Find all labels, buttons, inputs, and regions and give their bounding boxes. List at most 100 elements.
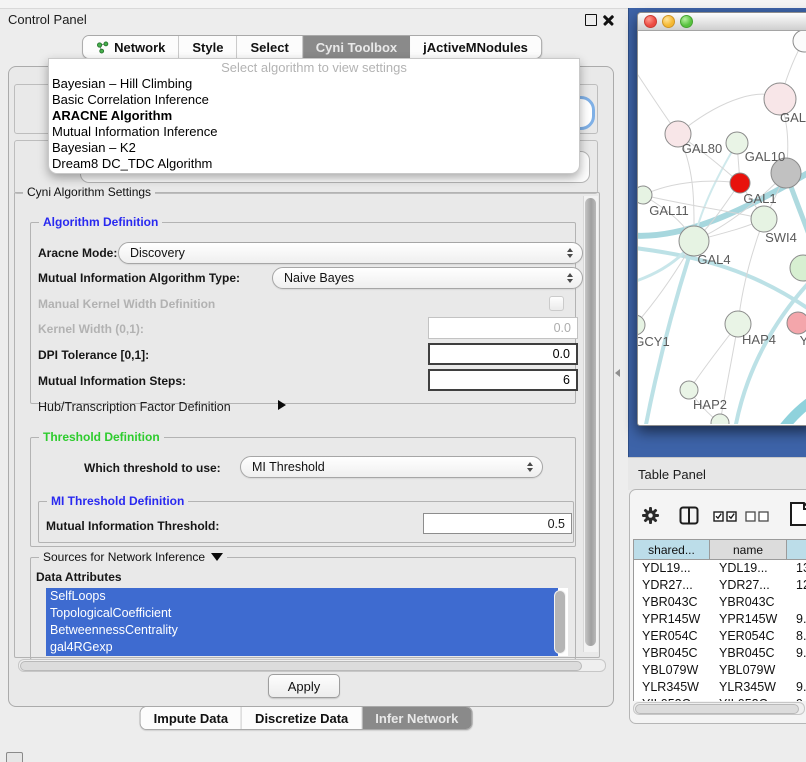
table-cell: YER054C <box>711 628 788 645</box>
sources-collapse-arrow-icon[interactable] <box>211 553 223 561</box>
settings-horizontal-scrollbar[interactable] <box>18 659 606 672</box>
tab-style[interactable]: Style <box>179 36 237 58</box>
network-node-gal11[interactable] <box>638 186 652 204</box>
mi-threshold-field[interactable]: 0.5 <box>423 513 572 534</box>
tab-select[interactable]: Select <box>237 36 302 58</box>
which-threshold-label: Which threshold to use: <box>84 461 221 475</box>
hub-expand-arrow-icon[interactable] <box>278 400 286 410</box>
mi-threshold-value: 0.5 <box>548 517 565 531</box>
document-icon[interactable] <box>789 501 806 527</box>
apply-button[interactable]: Apply <box>268 674 340 698</box>
sources-title: Sources for Network Inference <box>39 550 227 564</box>
mi-type-select[interactable]: Naive Bayes <box>272 267 583 289</box>
attribute-item[interactable]: TopologicalCoefficient <box>46 605 558 622</box>
table-row[interactable]: YIL052CYIL052C9. <box>634 696 806 701</box>
column-header[interactable]: name <box>710 539 787 560</box>
tab-label: Cyni Toolbox <box>316 40 397 55</box>
network-icon <box>96 41 109 54</box>
window-minimize-icon[interactable] <box>662 15 675 28</box>
float-panel-icon[interactable] <box>585 14 597 26</box>
attribute-item[interactable]: BetweennessCentrality <box>46 622 558 639</box>
window-zoom-icon[interactable] <box>680 15 693 28</box>
select-all-checkboxes-icon[interactable] <box>713 511 737 522</box>
table-cell: YDL19... <box>634 560 711 577</box>
split-columns-icon[interactable] <box>679 506 699 525</box>
splitpane-collapse-icon[interactable] <box>615 369 620 377</box>
network-node-swi4[interactable] <box>790 255 806 281</box>
manual-kernel-checkbox[interactable] <box>549 296 564 311</box>
table-cell: 12 <box>788 577 806 594</box>
tab-infer-network[interactable]: Infer Network <box>362 707 471 729</box>
table-cell: 9. <box>788 696 806 701</box>
table-row[interactable]: YDL19...YDL19...13 <box>634 560 806 577</box>
kernel-width-field[interactable]: 0.0 <box>428 317 578 339</box>
table-cell: YIL052C <box>711 696 788 701</box>
table-cell: YBR045C <box>634 645 711 662</box>
which-threshold-select[interactable]: MI Threshold <box>240 456 543 478</box>
tab-cyni-toolbox[interactable]: Cyni Toolbox <box>303 36 410 58</box>
which-threshold-value: MI Threshold <box>252 460 325 474</box>
gear-icon[interactable] <box>642 507 659 524</box>
network-node-y[interactable] <box>787 312 806 334</box>
aracne-mode-select[interactable]: Discovery <box>118 242 583 264</box>
table-row[interactable]: YBR043CYBR043C <box>634 594 806 611</box>
close-panel-icon[interactable] <box>602 13 615 26</box>
table-row[interactable]: YLR345WYLR345W9. <box>634 679 806 696</box>
network-node-gal1[interactable] <box>751 206 777 232</box>
tab-jactivemnodules[interactable]: jActiveMNodules <box>410 36 541 58</box>
algorithm-dropdown-popup: Select algorithm to view settings Bayesi… <box>48 58 580 174</box>
network-window[interactable]: GALGAL80GAL10GAL1GAL11SWI4GAL4GCY1HAP4YH… <box>637 12 806 426</box>
column-header[interactable]: A <box>787 539 806 560</box>
table-cell: YLR345W <box>634 679 711 696</box>
tab-discretize-data[interactable]: Discretize Data <box>242 707 362 729</box>
table-cell: YBL079W <box>711 662 788 679</box>
network-node[interactable] <box>730 173 750 193</box>
cyni-bottom-tabs: Impute DataDiscretize Data Infer Network <box>140 706 473 730</box>
tab-impute-data[interactable]: Impute Data <box>141 707 242 729</box>
algorithm-option[interactable]: Dream8 DC_TDC Algorithm <box>49 156 579 172</box>
table-row[interactable]: YPR145WYPR145W9. <box>634 611 806 628</box>
node-label: GAL4 <box>697 252 730 267</box>
network-node[interactable] <box>793 31 806 52</box>
table-row[interactable]: YBR045CYBR045C9. <box>634 645 806 662</box>
aracne-mode-label: Aracne Mode: <box>38 246 117 260</box>
dpi-tolerance-field[interactable]: 0.0 <box>428 343 578 365</box>
attributes-scrollbar[interactable] <box>554 590 566 654</box>
table-cell: 13 <box>788 560 806 577</box>
table-horizontal-scrollbar[interactable] <box>633 702 805 715</box>
table-row[interactable]: YBL079WYBL079W <box>634 662 806 679</box>
algorithm-options-list: Bayesian – Hill ClimbingBasic Correlatio… <box>49 76 579 173</box>
column-header[interactable]: shared... <box>633 539 710 560</box>
combo-arrows-icon <box>567 248 573 258</box>
tab-network[interactable]: Network <box>83 36 179 58</box>
threshold-definition-title: Threshold Definition <box>39 430 164 444</box>
table-row[interactable]: YER054CYER054C8. <box>634 628 806 645</box>
apply-button-label: Apply <box>288 679 321 694</box>
window-close-icon[interactable] <box>644 15 657 28</box>
network-node[interactable] <box>711 414 729 424</box>
mi-threshold-label: Mutual Information Threshold: <box>46 519 219 533</box>
network-node-gcy1[interactable] <box>638 315 645 335</box>
application-window: Control Panel NetworkStyleSelectCyni Too… <box>0 0 806 762</box>
dpi-tolerance-value: 0.0 <box>553 347 570 361</box>
table-row[interactable]: YDR27...YDR27...12 <box>634 577 806 594</box>
minimized-panel-icon[interactable] <box>6 752 23 762</box>
dpi-tolerance-label: DPI Tolerance [0,1]: <box>38 348 149 362</box>
combo-arrows-icon <box>527 462 533 472</box>
mi-steps-field[interactable]: 6 <box>428 369 578 391</box>
algorithm-option[interactable]: ARACNE Algorithm <box>49 108 579 124</box>
node-label: HAP2 <box>693 397 727 412</box>
node-label: Y <box>800 333 806 348</box>
algorithm-option[interactable]: Basic Correlation Inference <box>49 92 579 108</box>
settings-vertical-scrollbar[interactable] <box>583 196 598 652</box>
attribute-item[interactable]: SelfLoops <box>46 588 558 605</box>
deselect-checkboxes-icon[interactable] <box>745 511 769 522</box>
algorithm-option[interactable]: Bayesian – Hill Climbing <box>49 76 579 92</box>
network-window-titlebar[interactable] <box>638 13 806 31</box>
attribute-item[interactable]: gal4RGexp <box>46 639 558 656</box>
table-cell: YBL079W <box>634 662 711 679</box>
algorithm-option[interactable]: Bayesian – K2 <box>49 140 579 156</box>
network-canvas[interactable]: GALGAL80GAL10GAL1GAL11SWI4GAL4GCY1HAP4YH… <box>638 31 806 424</box>
tab-label: Infer Network <box>375 711 458 726</box>
algorithm-option[interactable]: Mutual Information Inference <box>49 124 579 140</box>
